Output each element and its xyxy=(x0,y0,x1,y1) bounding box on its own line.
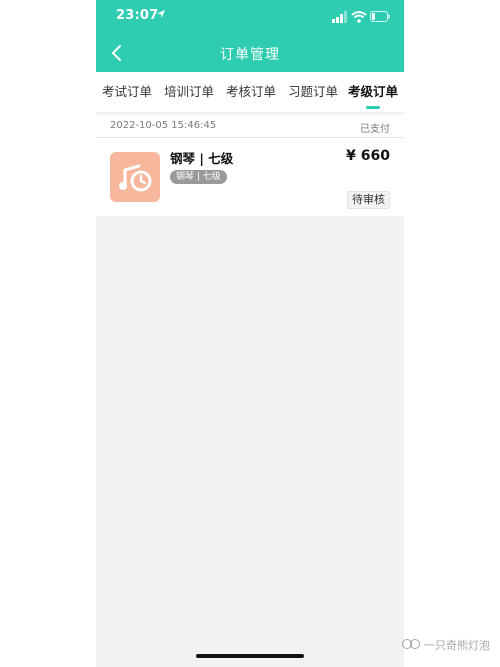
wifi-icon xyxy=(351,11,367,23)
music-note-icon xyxy=(119,164,152,192)
watermark: 一只奇熊灯泡 xyxy=(402,637,490,653)
tab-assessment-orders[interactable]: 考核订单 xyxy=(220,72,282,112)
order-header: 2022-10-05 15:46:45 已支付 xyxy=(96,115,404,138)
watermark-logo-icon xyxy=(402,639,420,649)
status-bar: 23:07 xyxy=(96,0,404,34)
payment-status: 已支付 xyxy=(360,124,390,135)
product-name: 钢琴 | 七级 xyxy=(170,151,234,166)
page-title: 订单管理 xyxy=(220,47,280,63)
top-app-bar: 23:07 订单管理 xyxy=(96,0,404,72)
tab-training-orders[interactable]: 培训订单 xyxy=(158,72,220,112)
product-tag: 钢琴 | 七级 xyxy=(170,170,227,184)
status-time: 23:07 xyxy=(116,8,159,23)
tab-exam-orders[interactable]: 考试订单 xyxy=(96,72,158,112)
review-status-badge: 待审核 xyxy=(347,191,390,209)
order-type-tabs: 考试订单 培训订单 考核订单 习题订单 考级订单 xyxy=(96,72,404,112)
active-tab-indicator xyxy=(366,106,380,109)
empty-list-area xyxy=(96,216,404,667)
product-thumbnail xyxy=(110,152,160,202)
battery-icon xyxy=(370,11,390,22)
home-indicator[interactable] xyxy=(196,654,304,658)
order-time: 2022-10-05 15:46:45 xyxy=(110,120,217,131)
order-price: ¥ 660 xyxy=(346,148,390,164)
order-card[interactable]: 钢琴 | 七级 钢琴 | 七级 ¥ 660 待审核 xyxy=(96,138,404,216)
cellular-signal-icon xyxy=(332,11,347,23)
tab-exercise-orders[interactable]: 习题订单 xyxy=(282,72,344,112)
location-arrow-icon xyxy=(157,10,165,18)
phone-screen: 23:07 订单管理 考试订单 培训订单 考核订单 习题订单 考级订单 2022… xyxy=(96,0,404,667)
watermark-text: 一只奇熊灯泡 xyxy=(424,639,490,652)
